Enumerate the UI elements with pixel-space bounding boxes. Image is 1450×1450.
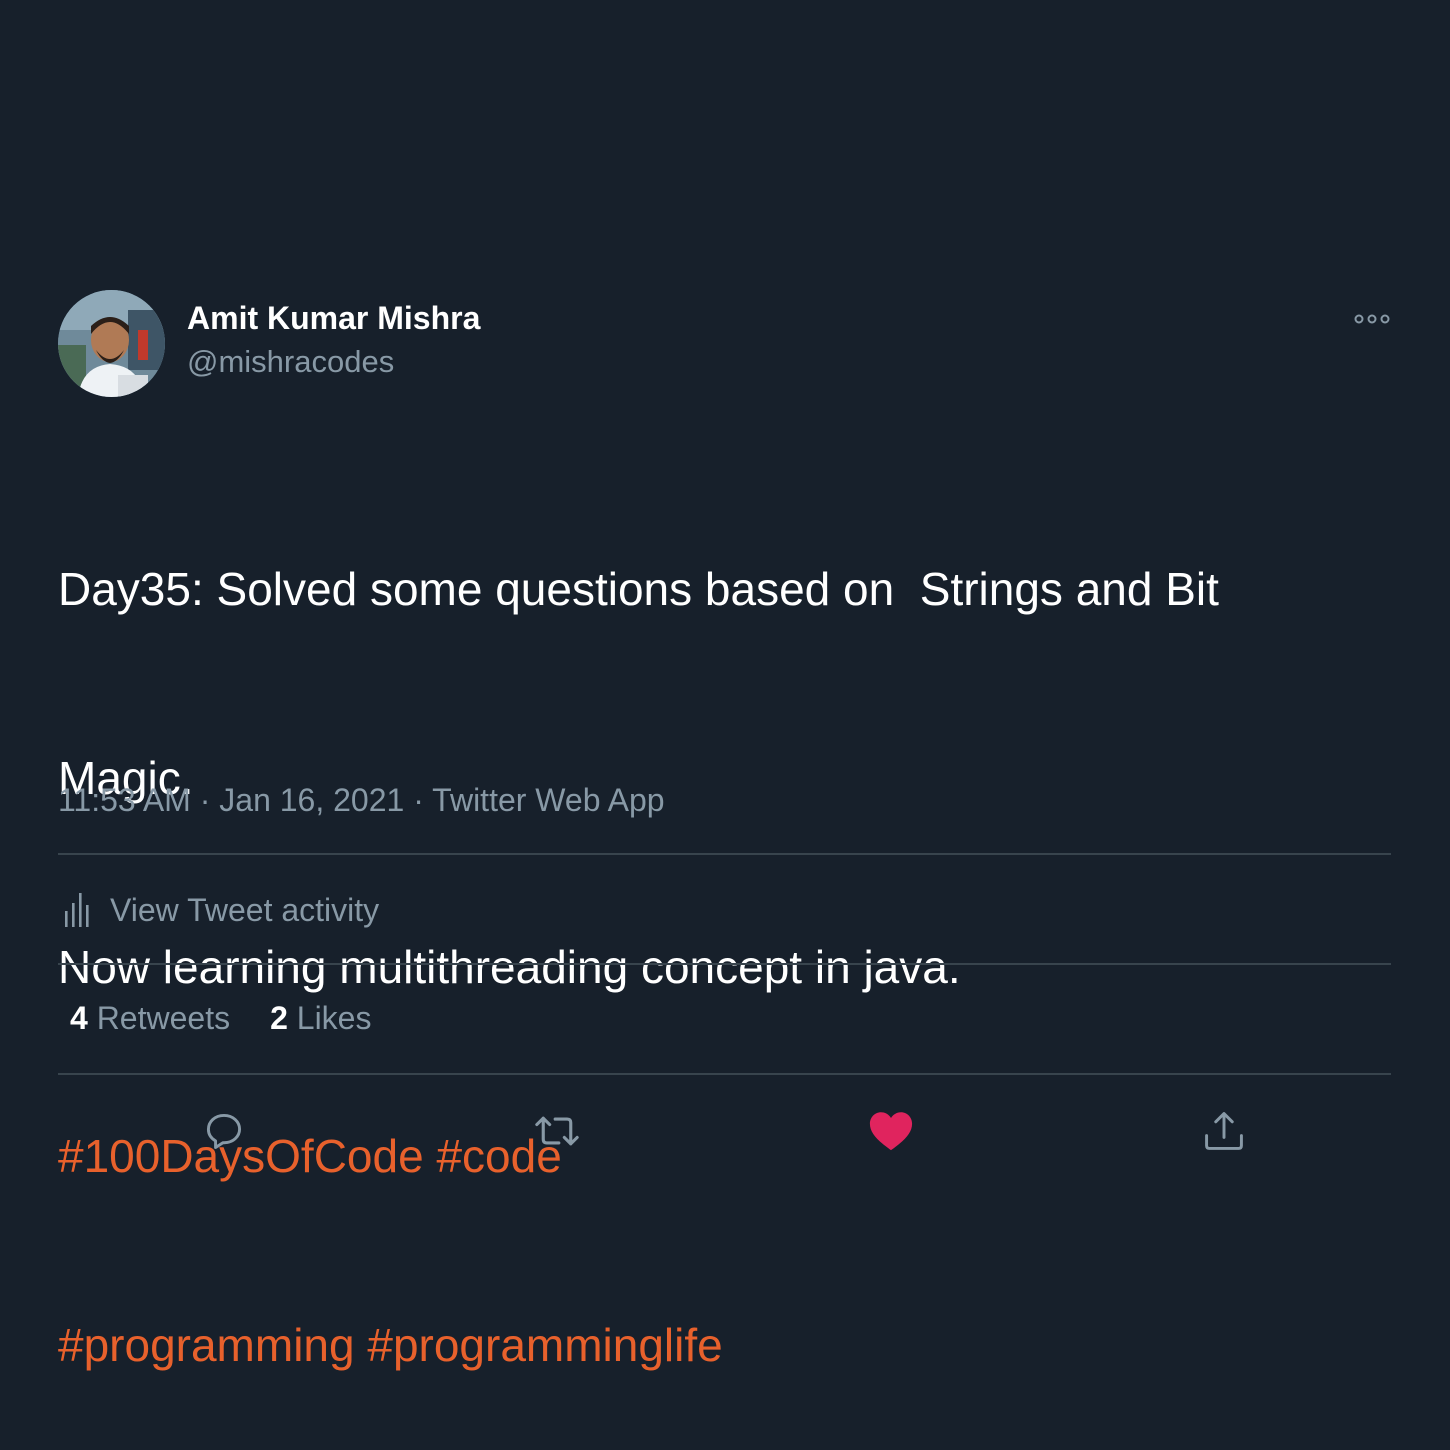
tweet-meta: 11:53 AM · Jan 16, 2021 · Twitter Web Ap… [58,782,665,819]
reply-icon [206,1113,242,1149]
retweet-icon [535,1116,579,1146]
tweet-time[interactable]: 11:53 AM [58,782,191,818]
tweet-card: Amit Kumar Mishra @mishracodes Day35: So… [58,290,1391,1371]
share-button[interactable] [1198,1105,1250,1157]
hashtag-link[interactable]: #programminglife [367,1319,722,1371]
view-tweet-activity-label: View Tweet activity [110,891,380,928]
hashtag-line: #100DaysOfCode #code [58,1125,1358,1188]
more-icon [1354,314,1390,324]
tweet-source[interactable]: Twitter Web App [432,782,664,818]
avatar-image [58,290,165,397]
divider [58,1073,1391,1075]
tweet-date[interactable]: Jan 16, 2021 [219,782,404,818]
divider [58,853,1391,855]
like-button[interactable] [865,1105,917,1157]
retweet-button[interactable] [531,1105,583,1157]
more-options-button[interactable] [1353,308,1391,330]
likes-label: Likes [296,1000,372,1036]
avatar[interactable] [58,290,165,397]
likes-stat[interactable]: 2 Likes [270,1000,371,1036]
view-tweet-activity-link[interactable]: View Tweet activity [64,890,379,930]
author-handle[interactable]: @mishracodes [187,344,394,380]
bar-chart-icon [64,893,90,927]
meta-separator: · [190,782,220,818]
heart-icon [869,1112,913,1151]
tweet-text: Day35: Solved some questions based on St… [58,432,1358,1450]
hashtag-link[interactable]: #programming [58,1319,355,1371]
divider [58,963,1391,965]
tweet-header: Amit Kumar Mishra @mishracodes [58,290,1391,398]
reply-button[interactable] [198,1105,250,1157]
tweet-text-line: Now learning multithreading concept in j… [58,941,961,993]
retweets-count: 4 [70,1000,88,1036]
tweet-stats: 4 Retweets 2 Likes [70,1000,371,1037]
share-icon [1205,1112,1243,1150]
meta-separator: · [404,782,433,818]
retweets-label: Retweets [96,1000,231,1036]
likes-count: 2 [270,1000,288,1036]
tweet-text-line: Day35: Solved some questions based on St… [58,563,1219,615]
author-display-name[interactable]: Amit Kumar Mishra [187,300,480,337]
hashtag-line: #programming #programminglife [58,1314,1358,1377]
retweets-stat[interactable]: 4 Retweets [70,1000,230,1036]
